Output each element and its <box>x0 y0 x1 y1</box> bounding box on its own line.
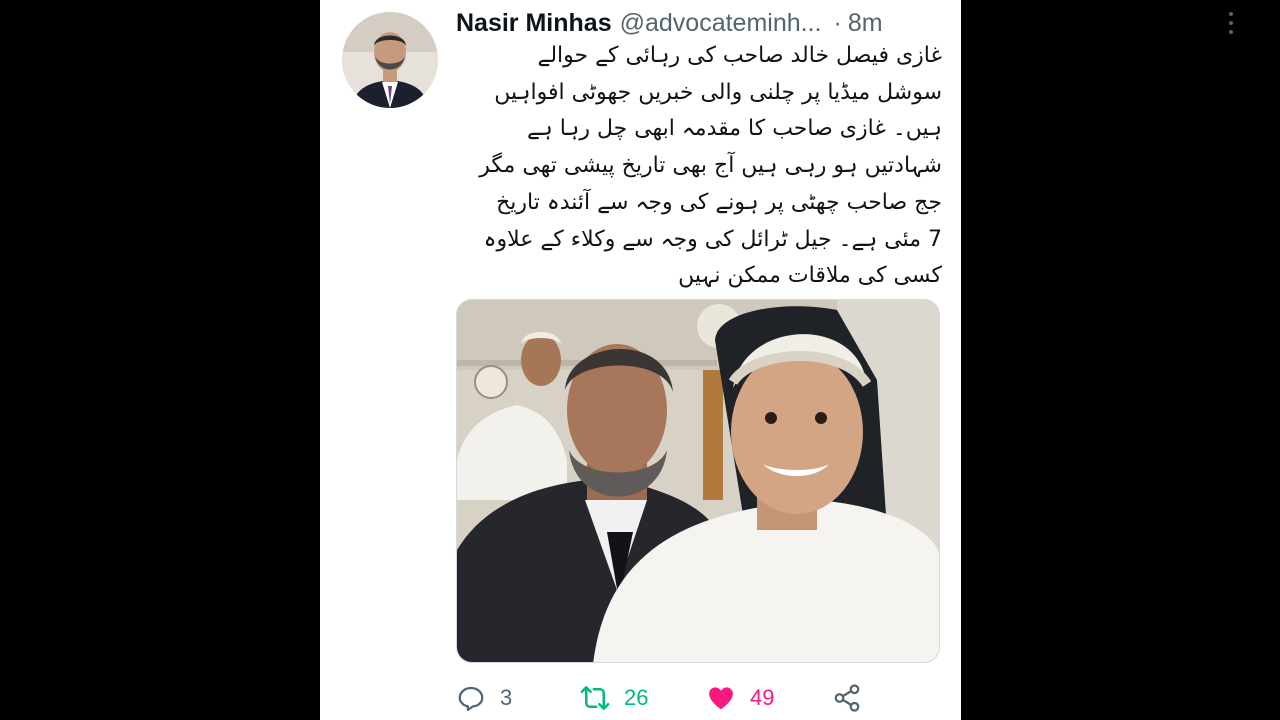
tweet-photo[interactable] <box>456 299 940 663</box>
tweet-text-line: جج صاحب چھٹی پر ہونے کی وجہ سے آئندہ تار… <box>496 189 942 215</box>
separator-dot: · <box>833 8 842 37</box>
share-button[interactable] <box>832 676 862 720</box>
tweet-text-line: کسی کی ملاقات ممکن نہیں <box>678 263 942 289</box>
like-count: 49 <box>750 685 775 710</box>
tweet-card[interactable]: Nasir Minhas @advocateminh... · 8m غازی … <box>320 0 1233 720</box>
tweet-text-line: غازی فیصل خالد صاحب کی رہائی کے حوالے <box>537 43 942 68</box>
tweet-timestamp[interactable]: 8m <box>848 9 883 38</box>
retweet-icon <box>580 686 610 710</box>
tweet-text-line: 7 مئی ہے۔ جیل ٹرائل کی وجہ سے وکلاء کے ع… <box>483 226 942 252</box>
reply-button[interactable]: 3 <box>456 676 512 720</box>
tweet-text: غازی فیصل خالد صاحب کی رہائی کے حوالے سو… <box>456 38 942 290</box>
tweet-text-line: ہیں۔ غازی صاحب کا مقدمہ ابھی چل رہا ہے <box>526 116 942 142</box>
share-icon <box>834 684 860 712</box>
author-avatar[interactable] <box>342 12 438 108</box>
author-handle[interactable]: @advocateminh... <box>620 9 822 38</box>
like-button[interactable]: 49 <box>706 676 774 720</box>
more-vertical-icon[interactable] <box>1225 10 1237 36</box>
reply-icon <box>458 686 484 711</box>
retweet-count: 26 <box>624 685 649 710</box>
tweet-text-line: سوشل میڈیا پر چلنی والی خبریں جھوٹی افوا… <box>494 79 942 105</box>
heart-icon <box>709 687 733 710</box>
author-name[interactable]: Nasir Minhas <box>456 9 612 38</box>
reply-count: 3 <box>500 685 513 710</box>
tweet-text-line: شہادتیں ہو رہی ہیں آج بھی تاریخ پیشی تھی… <box>479 153 942 179</box>
retweet-button[interactable]: 26 <box>580 676 648 720</box>
tweet-actions-bar: 3 26 49 <box>456 676 876 720</box>
tweet-header: Nasir Minhas @advocateminh... · 8m <box>456 6 936 40</box>
